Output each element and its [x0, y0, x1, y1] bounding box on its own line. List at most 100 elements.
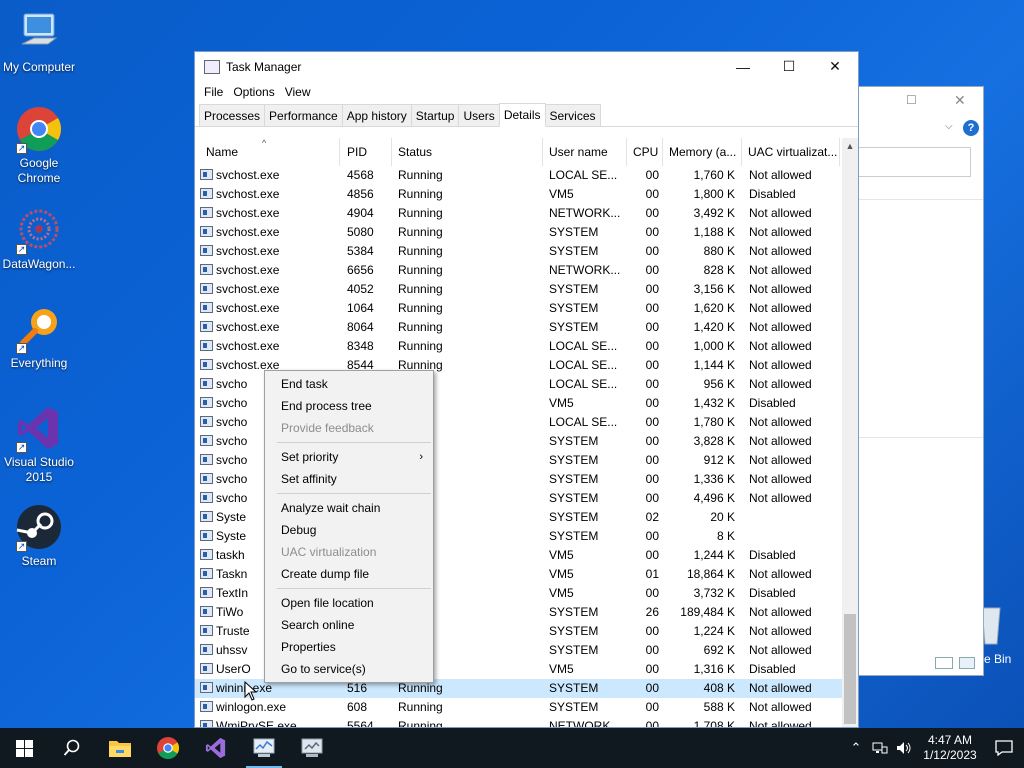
menu-item-create-dump-file[interactable]: Create dump file — [265, 563, 433, 585]
menu-item-properties[interactable]: Properties — [265, 636, 433, 658]
process-name-text: UserO — [216, 662, 251, 676]
column-header-uac-virtualization[interactable]: UAC virtualizat... — [742, 138, 840, 166]
desktop-icon-google-chrome[interactable]: ↗ Google Chrome — [0, 104, 78, 186]
menu-view[interactable]: View — [280, 85, 316, 99]
process-icon — [200, 226, 213, 237]
desktop-icon-my-computer[interactable]: My Computer — [0, 8, 78, 75]
vertical-scrollbar[interactable]: ▲ — [842, 138, 858, 727]
menu-item-debug[interactable]: Debug — [265, 519, 433, 541]
details-view-icon[interactable] — [935, 657, 953, 669]
tray-chevron-up-icon[interactable]: ⌃ — [844, 740, 868, 756]
menu-file[interactable]: File — [199, 85, 228, 99]
maximize-button[interactable]: ☐ — [766, 52, 812, 81]
desktop-icon-label: Everything — [10, 356, 68, 370]
search-button[interactable] — [48, 728, 96, 768]
table-row[interactable]: WmiPrvSE.exe 5564 Running NETWORK... 00 1,708… — [195, 717, 842, 727]
background-window[interactable]: ☐ ✕ ⌵ ? — [858, 86, 984, 676]
process-cpu: 00 — [645, 339, 659, 353]
desktop-icon-recycle-bin[interactable]: e Bin — [980, 604, 1024, 674]
process-memory: 3,156 K — [693, 282, 735, 296]
tab-startup[interactable]: Startup — [410, 104, 460, 126]
taskbar-chrome[interactable] — [144, 728, 192, 768]
help-icon[interactable]: ? — [963, 120, 979, 136]
tab-processes[interactable]: Processes — [199, 104, 266, 126]
table-row[interactable]: svchost.exe 4568 Running LOCAL SE... 00 1,760… — [195, 166, 842, 185]
menu-separator — [265, 439, 433, 446]
taskbar-task-manager[interactable] — [240, 728, 288, 768]
scrollbar-thumb[interactable] — [844, 614, 856, 724]
tab-performance[interactable]: Performance — [264, 104, 343, 126]
column-header-name[interactable]: Name — [200, 138, 340, 166]
menu-item-end-process-tree[interactable]: End process tree — [265, 395, 433, 417]
table-row[interactable]: svchost.exe 8064 Running SYSTEM 00 1,420 K Not… — [195, 318, 842, 337]
minimize-button[interactable]: — — [720, 52, 766, 81]
search-icon — [63, 739, 80, 756]
menu-item-analyze-wait-chain[interactable]: Analyze wait chain — [265, 497, 433, 519]
table-row[interactable]: svchost.exe 4904 Running NETWORK... 00 3,492 … — [195, 204, 842, 223]
tab-app-history[interactable]: App history — [341, 104, 412, 126]
process-cpu: 00 — [645, 472, 659, 486]
taskbar-visual-studio[interactable] — [192, 728, 240, 768]
menu-item-go-to-service-s[interactable]: Go to service(s) — [265, 658, 433, 680]
desktop-icon-visual-studio[interactable]: ↗ Visual Studio 2015 — [0, 403, 78, 485]
process-uac: Not allowed — [749, 282, 812, 296]
process-user: SYSTEM — [549, 491, 599, 505]
tab-users[interactable]: Users — [458, 104, 500, 126]
menu-item-label: Properties — [281, 640, 336, 654]
table-row[interactable]: svchost.exe 5080 Running SYSTEM 00 1,188 K Not… — [195, 223, 842, 242]
taskbar-clock[interactable]: 4:47 AM 1/12/2023 — [916, 733, 984, 763]
process-name-text: svcho — [216, 453, 248, 467]
process-pid: 8348 — [347, 339, 374, 353]
menu-item-label: Create dump file — [281, 567, 370, 581]
column-header-user-name[interactable]: User name — [543, 138, 627, 166]
desktop-icon-steam[interactable]: ↗ Steam — [0, 502, 78, 569]
table-row[interactable]: winlogon.exe 608 Running SYSTEM 00 588 K Not a… — [195, 698, 842, 717]
maximize-icon[interactable]: ☐ — [906, 93, 917, 107]
table-row[interactable]: svchost.exe 1064 Running SYSTEM 00 1,620 K Not… — [195, 299, 842, 318]
menu-item-open-file-location[interactable]: Open file location — [265, 592, 433, 614]
large-icons-view-icon[interactable] — [959, 657, 975, 669]
process-pid: 5080 — [347, 225, 374, 239]
column-header-pid[interactable]: PID — [341, 138, 392, 166]
tab-services[interactable]: Services — [544, 104, 601, 126]
menu-options[interactable]: Options — [228, 85, 279, 99]
process-uac: Disabled — [749, 396, 796, 410]
menu-item-label: Debug — [281, 523, 317, 537]
desktop-icon-datawagon[interactable]: ↗ DataWagon... — [0, 205, 78, 272]
start-button[interactable] — [0, 728, 48, 768]
process-memory: 692 K — [703, 643, 735, 657]
table-row[interactable]: svchost.exe 5384 Running SYSTEM 00 880 K Not a… — [195, 242, 842, 261]
action-center-button[interactable] — [984, 740, 1024, 756]
process-user: VM5 — [549, 396, 574, 410]
table-row[interactable]: svchost.exe 4052 Running SYSTEM 00 3,156 K Not… — [195, 280, 842, 299]
volume-icon[interactable] — [892, 741, 916, 755]
taskbar-app-window[interactable] — [288, 728, 336, 768]
close-button[interactable]: ✕ — [812, 52, 858, 81]
process-name-text: taskh — [216, 548, 245, 562]
column-header-status[interactable]: Status — [392, 138, 543, 166]
title-bar[interactable]: Task Manager — ☐ ✕ — [195, 52, 858, 81]
address-field[interactable] — [859, 147, 971, 177]
column-header-cpu[interactable]: CPU — [627, 138, 663, 166]
process-uac: Not allowed — [749, 168, 812, 182]
scroll-up-icon[interactable]: ▲ — [842, 138, 858, 155]
table-row[interactable]: svchost.exe 4856 Running VM5 00 1,800 K Disabl… — [195, 185, 842, 204]
taskbar-file-explorer[interactable] — [96, 728, 144, 768]
menu-item-set-priority[interactable]: Set priority › — [265, 446, 433, 468]
process-cpu: 00 — [645, 700, 659, 714]
process-uac: Not allowed — [749, 605, 812, 619]
network-icon[interactable] — [868, 741, 892, 755]
tab-details[interactable]: Details — [498, 103, 546, 127]
desktop-icon-everything[interactable]: ↗ Everything — [0, 304, 78, 371]
column-header-memory[interactable]: Memory (a... — [663, 138, 742, 166]
clock-date: 1/12/2023 — [923, 748, 977, 762]
table-row[interactable]: svchost.exe 8348 Running LOCAL SE... 00 1,000… — [195, 337, 842, 356]
menu-item-end-task[interactable]: End task — [265, 373, 433, 395]
process-user: VM5 — [549, 567, 574, 581]
menu-item-label: Analyze wait chain — [281, 501, 381, 515]
table-row[interactable]: svchost.exe 6656 Running NETWORK... 00 828 K N… — [195, 261, 842, 280]
menu-item-set-affinity[interactable]: Set affinity — [265, 468, 433, 490]
chevron-down-icon[interactable]: ⌵ — [945, 121, 953, 132]
close-icon[interactable]: ✕ — [954, 92, 966, 109]
menu-item-search-online[interactable]: Search online — [265, 614, 433, 636]
